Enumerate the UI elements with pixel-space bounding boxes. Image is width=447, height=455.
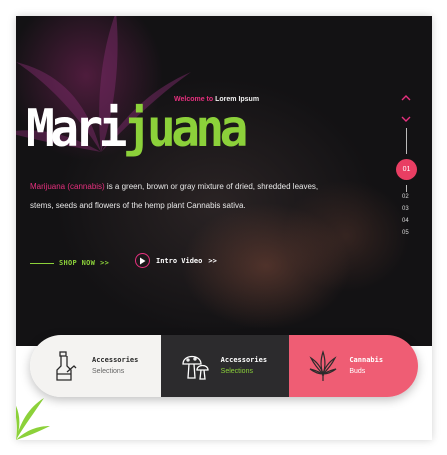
pager-line-top: [406, 128, 407, 154]
double-chevron-right-icon: >>: [100, 259, 110, 267]
intro-video-button[interactable]: Intro Video >>: [135, 253, 217, 268]
pager-item[interactable]: 02: [402, 194, 409, 200]
hero-title-white: Mari: [26, 99, 127, 159]
category-cards: Accessories Selections Accessories Selec…: [30, 335, 418, 397]
chevron-up-icon[interactable]: [401, 94, 411, 102]
card-title: Cannabis: [349, 356, 384, 364]
card-title: Accessories: [92, 356, 139, 364]
chevron-down-icon[interactable]: [401, 115, 411, 123]
card-accessories-selections[interactable]: Accessories Selections: [30, 335, 161, 397]
card-title: Accessories: [220, 356, 268, 364]
hero-description: Marijuana (cannabis) is a green, brown o…: [30, 177, 320, 215]
mushroom-icon: [182, 355, 209, 380]
pager-item[interactable]: 05: [402, 230, 409, 236]
card-subtitle: Selections: [92, 368, 125, 375]
double-chevron-right-icon: >>: [208, 256, 217, 265]
card-subtitle: Selections: [220, 368, 253, 375]
pager-line-bottom: [406, 185, 407, 192]
hero-section: Welcome to Lorem Ipsum Marijuana Marijua…: [16, 16, 432, 346]
card-subtitle: Buds: [349, 368, 366, 375]
shop-now-label: SHOP NOW: [59, 259, 96, 267]
pager-item[interactable]: 04: [402, 218, 409, 224]
cannabis-leaf-icon: [309, 350, 337, 381]
page-frame: Welcome to Lorem Ipsum Marijuana Marijua…: [16, 16, 432, 440]
card-accessories-selections-dark[interactable]: Accessories Selections: [160, 335, 290, 397]
shop-now-button[interactable]: SHOP NOW >>: [30, 259, 109, 267]
pager-item[interactable]: 03: [402, 206, 409, 212]
card-cannabis-buds[interactable]: Cannabis Buds: [289, 335, 418, 397]
description-highlight: Marijuana (cannabis): [30, 182, 105, 191]
bong-icon: [56, 351, 77, 381]
play-icon: [135, 253, 150, 268]
hero-title-green: juana: [122, 99, 249, 159]
shop-line-decoration: [30, 262, 54, 264]
pager-current[interactable]: 01: [396, 159, 417, 180]
hero-title: Marijuana: [26, 96, 249, 162]
intro-video-label: Intro Video: [156, 256, 203, 265]
